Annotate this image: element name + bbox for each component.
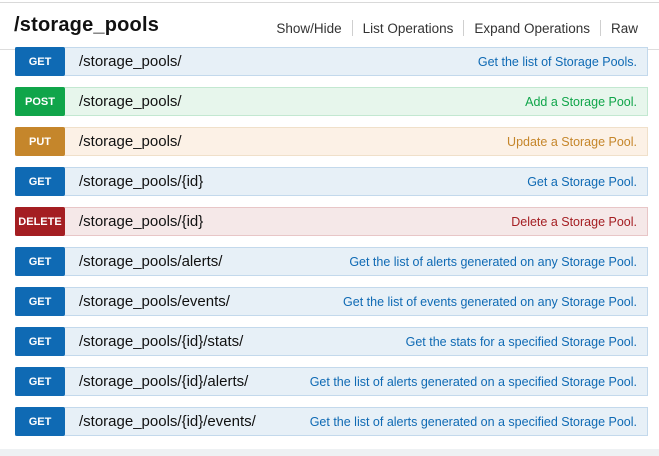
http-method-badge[interactable]: GET — [15, 407, 65, 436]
endpoint-row[interactable]: GET /storage_pools/alerts/ Get the list … — [15, 247, 648, 276]
endpoint-path[interactable]: /storage_pools/{id} — [79, 213, 203, 230]
endpoint-description[interactable]: Get the list of alerts generated on a sp… — [310, 415, 637, 429]
endpoint-description[interactable]: Get the list of events generated on any … — [343, 295, 637, 309]
http-method-badge[interactable]: DELETE — [15, 207, 65, 236]
expand-operations-link[interactable]: Expand Operations — [464, 21, 600, 36]
endpoint-row[interactable]: DELETE /storage_pools/{id} Delete a Stor… — [15, 207, 648, 236]
endpoint-path[interactable]: /storage_pools/ — [79, 93, 182, 110]
http-method-badge[interactable]: POST — [15, 87, 65, 116]
show-hide-link[interactable]: Show/Hide — [266, 21, 351, 36]
top-divider — [0, 2, 659, 3]
http-method-badge[interactable]: GET — [15, 287, 65, 316]
endpoint-path[interactable]: /storage_pools/events/ — [79, 293, 230, 310]
http-method-badge[interactable]: GET — [15, 247, 65, 276]
endpoint-path[interactable]: /storage_pools/{id}/stats/ — [79, 333, 243, 350]
endpoint-path[interactable]: /storage_pools/{id} — [79, 173, 203, 190]
endpoint-description[interactable]: Delete a Storage Pool. — [511, 215, 637, 229]
endpoint-path[interactable]: /storage_pools/alerts/ — [79, 253, 222, 270]
endpoint-row[interactable]: POST /storage_pools/ Add a Storage Pool. — [15, 87, 648, 116]
endpoint-description[interactable]: Get the list of Storage Pools. — [478, 55, 637, 69]
endpoint-row[interactable]: GET /storage_pools/ Get the list of Stor… — [15, 47, 648, 76]
raw-link[interactable]: Raw — [601, 21, 638, 36]
http-method-badge[interactable]: GET — [15, 47, 65, 76]
endpoint-list: GET /storage_pools/ Get the list of Stor… — [15, 47, 648, 447]
bottom-divider — [0, 449, 659, 456]
resource-title[interactable]: /storage_pools — [14, 14, 159, 37]
endpoint-row[interactable]: GET /storage_pools/{id}/stats/ Get the s… — [15, 327, 648, 356]
endpoint-row[interactable]: GET /storage_pools/{id} Get a Storage Po… — [15, 167, 648, 196]
endpoint-row[interactable]: PUT /storage_pools/ Update a Storage Poo… — [15, 127, 648, 156]
endpoint-description[interactable]: Get the list of alerts generated on any … — [349, 255, 637, 269]
endpoint-description[interactable]: Get a Storage Pool. — [527, 175, 637, 189]
http-method-badge[interactable]: PUT — [15, 127, 65, 156]
http-method-badge[interactable]: GET — [15, 367, 65, 396]
endpoint-description[interactable]: Update a Storage Pool. — [507, 135, 637, 149]
resource-header: /storage_pools Show/Hide List Operations… — [0, 6, 659, 50]
endpoint-description[interactable]: Get the list of alerts generated on a sp… — [310, 375, 637, 389]
api-resource-section: /storage_pools Show/Hide List Operations… — [0, 0, 659, 456]
http-method-badge[interactable]: GET — [15, 327, 65, 356]
endpoint-row[interactable]: GET /storage_pools/{id}/events/ Get the … — [15, 407, 648, 436]
endpoint-path[interactable]: /storage_pools/ — [79, 133, 182, 150]
endpoint-description[interactable]: Get the stats for a specified Storage Po… — [406, 335, 637, 349]
http-method-badge[interactable]: GET — [15, 167, 65, 196]
endpoint-path[interactable]: /storage_pools/ — [79, 53, 182, 70]
resource-operations: Show/Hide List Operations Expand Operati… — [266, 20, 638, 36]
endpoint-row[interactable]: GET /storage_pools/{id}/alerts/ Get the … — [15, 367, 648, 396]
endpoint-path[interactable]: /storage_pools/{id}/alerts/ — [79, 373, 248, 390]
endpoint-path[interactable]: /storage_pools/{id}/events/ — [79, 413, 256, 430]
list-operations-link[interactable]: List Operations — [353, 21, 464, 36]
endpoint-description[interactable]: Add a Storage Pool. — [525, 95, 637, 109]
endpoint-row[interactable]: GET /storage_pools/events/ Get the list … — [15, 287, 648, 316]
